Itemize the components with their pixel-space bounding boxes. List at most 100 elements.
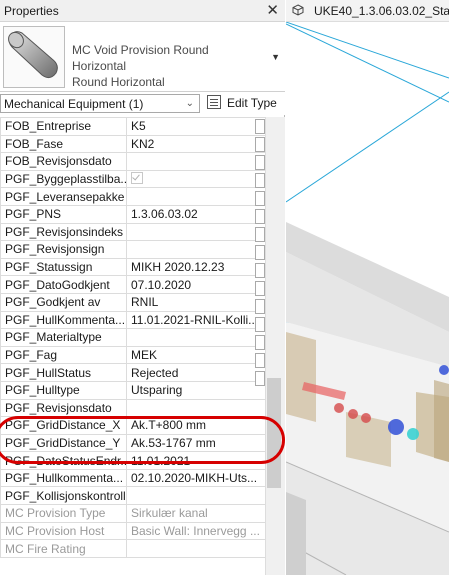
property-name: PGF_HullStatus [0,363,127,382]
property-row[interactable]: PGF_Leveransepakke [0,187,266,206]
property-name: PGF_Statussign [0,257,127,277]
property-row[interactable]: PGF_Materialtype [0,328,266,347]
property-value[interactable] [126,486,266,506]
property-value[interactable]: 11.01.2021 [126,451,266,470]
type-preview-image [3,26,65,88]
property-row[interactable]: MC Provision Type Sirkulær kanal [0,504,266,523]
property-row[interactable]: PGF_Kollisjonskontroll [0,486,266,506]
property-value[interactable]: KN2 [126,134,266,154]
property-value[interactable]: Ak.T+800 mm [126,416,266,435]
property-value[interactable]: 1.3.06.03.02 [126,204,266,224]
property-name: PGF_Revisjonsindeks [0,222,127,242]
property-value[interactable]: Rejected [126,363,266,382]
property-row[interactable]: PGF_HullStatus Rejected [0,363,266,382]
property-row[interactable]: PGF_Hullkommenta... 02.10.2020-MIKH-Uts..… [0,468,266,488]
type-selector[interactable]: MC Void Provision Round Horizontal Round… [0,22,285,92]
property-name: PGF_GridDistance_Y [0,433,127,453]
property-value[interactable]: 11.01.2021-RNIL-Kolli... [126,310,266,330]
property-row[interactable]: PGF_Revisjonsdato [0,398,266,418]
property-row[interactable]: PGF_HullKommenta... 11.01.2021-RNIL-Kolli… [0,310,266,330]
property-name: PGF_Godkjent av [0,292,127,312]
scrollbar-thumb[interactable] [267,378,281,488]
property-row[interactable]: PGF_PNS 1.3.06.03.02 [0,204,266,224]
property-row[interactable]: PGF_Revisjonsindeks [0,222,266,242]
property-row[interactable]: PGF_Godkjent av RNIL [0,292,266,312]
property-row[interactable]: PGF_Hulltype Utsparing [0,380,266,400]
row-edit-handle[interactable] [255,353,265,368]
row-edit-handle[interactable] [255,371,265,386]
property-name: PGF_GridDistance_X [0,416,127,435]
property-row[interactable]: FOB_Fase KN2 [0,134,266,154]
property-name: PGF_Materialtype [0,328,127,347]
property-row[interactable]: PGF_DatoStatusEndr... 11.01.2021 [0,451,266,470]
property-value[interactable]: K5 [126,117,266,136]
property-row[interactable]: PGF_Revisjonsign [0,240,266,259]
properties-table: FOB_Entreprise K5 FOB_Fase KN2 FOB_Revisjons… [0,117,266,558]
chevron-down-icon[interactable]: ▼ [271,52,280,62]
property-name: MC Provision Host [0,521,127,541]
row-edit-handle[interactable] [255,137,265,152]
property-value [126,539,266,558]
type-family-label: MC Void Provision Round Horizontal [72,43,209,73]
property-value[interactable] [126,187,266,206]
property-value[interactable] [126,398,266,418]
row-edit-handle[interactable] [255,155,265,170]
property-row[interactable]: PGF_GridDistance_Y Ak.53-1767 mm [0,433,266,453]
property-value[interactable] [126,328,266,347]
property-name: PGF_Hullkommenta... [0,468,127,488]
property-value[interactable]: 07.10.2020 [126,275,266,294]
row-edit-handle[interactable] [255,173,265,188]
row-edit-handle[interactable] [255,263,265,278]
property-value[interactable]: Ak.53-1767 mm [126,433,266,453]
row-edit-handle[interactable] [255,119,265,134]
property-row[interactable]: PGF_GridDistance_X Ak.T+800 mm [0,416,266,435]
property-name: PGF_Leveransepakke [0,187,127,206]
row-edit-handle[interactable] [255,299,265,314]
property-value[interactable]: RNIL [126,292,266,312]
property-name: PGF_DatoStatusEndr... [0,451,127,470]
property-name: PGF_Revisjonsign [0,240,127,259]
property-name: PGF_DatoGodkjent [0,275,127,294]
property-row[interactable]: FOB_Revisjonsdato [0,152,266,171]
view-title: UKE40_1.3.06.03.02_Sta [314,4,449,18]
property-name: PGF_Byggeplasstilba... [0,169,127,189]
row-edit-handle[interactable] [255,317,265,332]
checkbox[interactable] [131,172,143,185]
view-tab[interactable]: UKE40_1.3.06.03.02_Sta [286,0,449,22]
3d-view-icon [292,4,304,16]
property-value[interactable] [126,169,266,189]
property-name: MC Provision Type [0,504,127,523]
property-name: FOB_Revisjonsdato [0,152,127,171]
property-value[interactable]: Utsparing [126,380,266,400]
row-edit-handle[interactable] [255,281,265,296]
property-value[interactable] [126,240,266,259]
3d-view[interactable]: UKE40_1.3.06.03.02_Sta [286,0,449,575]
property-value[interactable]: MIKH 2020.12.23 [126,257,266,277]
property-row[interactable]: PGF_Statussign MIKH 2020.12.23 [0,257,266,277]
row-edit-handle[interactable] [255,209,265,224]
close-icon[interactable]: ✕ [266,1,279,19]
property-row[interactable]: MC Provision Host Basic Wall: Innervegg .… [0,521,266,541]
property-row[interactable]: PGF_Byggeplasstilba... [0,169,266,189]
scrollbar[interactable] [265,117,285,575]
property-row[interactable]: PGF_DatoGodkjent 07.10.2020 [0,275,266,294]
row-edit-handle[interactable] [255,335,265,350]
property-value[interactable] [126,222,266,242]
property-row[interactable]: FOB_Entreprise K5 [0,117,266,136]
property-row[interactable]: PGF_Fag MEK [0,345,266,365]
category-dropdown[interactable]: Mechanical Equipment (1) ⌄ [0,94,200,113]
row-edit-handle[interactable] [255,227,265,242]
property-value[interactable]: MEK [126,345,266,365]
type-name: MC Void Provision Round Horizontal Round… [72,42,262,90]
row-edit-handle[interactable] [255,191,265,206]
property-row[interactable]: MC Fire Rating [0,539,266,558]
edit-type-button[interactable]: Edit Type [205,94,283,113]
properties-panel: Properties ✕ MC Void Provision Round Hor… [0,0,285,575]
property-value[interactable] [126,152,266,171]
type-type-label: Round Horizontal [72,75,165,89]
property-value: Sirkulær kanal [126,504,266,523]
chevron-down-icon[interactable]: ⌄ [186,98,194,109]
property-name: FOB_Entreprise [0,117,127,136]
property-value[interactable]: 02.10.2020-MIKH-Uts... [126,468,266,488]
row-edit-handle[interactable] [255,245,265,260]
